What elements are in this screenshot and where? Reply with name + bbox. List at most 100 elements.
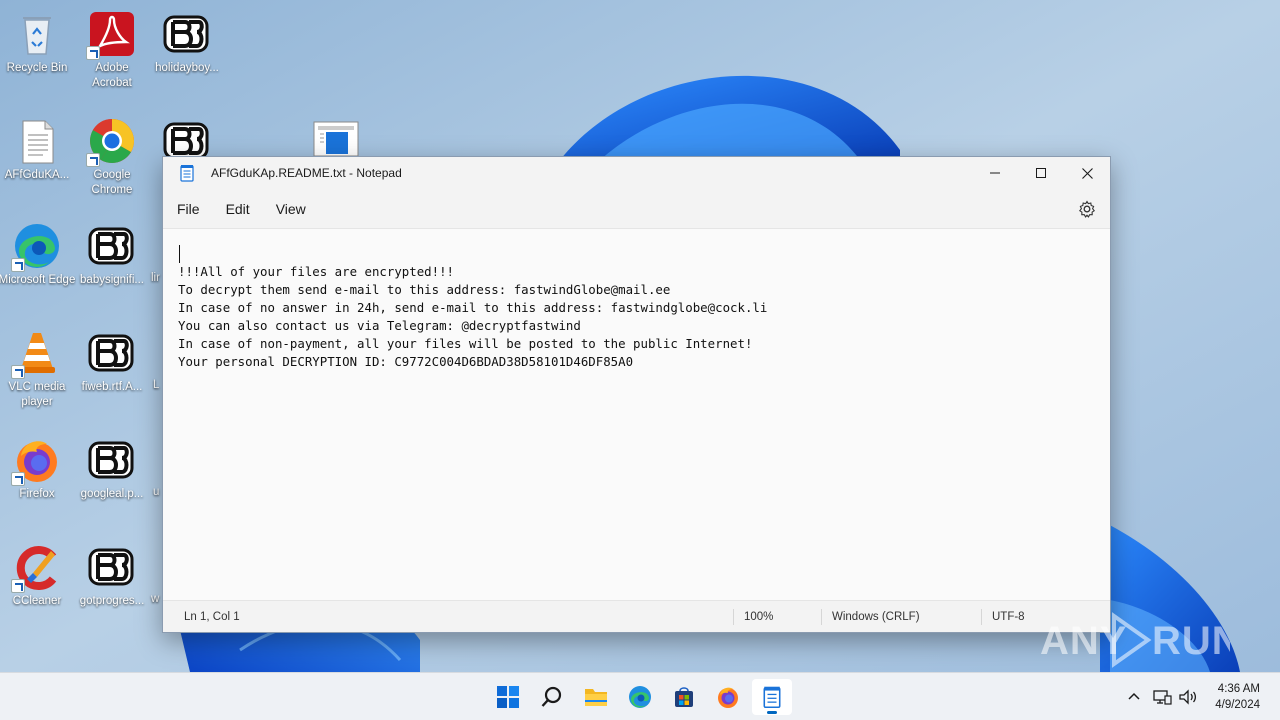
maximize-icon xyxy=(1036,168,1046,178)
text-line: In case of no answer in 24h, send e-mail… xyxy=(178,300,768,315)
b3-file-icon xyxy=(88,329,136,377)
active-app-indicator xyxy=(767,711,777,714)
taskbar: 4:36 AM 4/9/2024 xyxy=(0,672,1280,720)
edge-icon xyxy=(629,686,651,708)
desktop-icon-b3-file[interactable]: babysignifi... xyxy=(75,218,149,318)
notepad-icon xyxy=(180,165,194,182)
search-icon xyxy=(541,686,562,707)
svg-text:RUN: RUN xyxy=(1152,619,1230,663)
minimize-icon xyxy=(990,172,1000,174)
desktop-icon-label: u xyxy=(153,486,160,498)
status-zoom: 100% xyxy=(744,611,774,623)
status-line-ending: Windows (CRLF) xyxy=(832,611,920,623)
status-cursor-position: Ln 1, Col 1 xyxy=(184,611,240,623)
desktop-icon-adobe-acrobat[interactable]: Adobe Acrobat xyxy=(75,6,149,106)
text-line: !!!All of your files are encrypted!!! xyxy=(178,264,455,279)
desktop-icon-vlc[interactable]: VLC media player xyxy=(0,325,74,425)
status-divider xyxy=(981,609,982,625)
taskbar-edge[interactable] xyxy=(620,679,660,715)
windows-start-icon xyxy=(497,686,519,708)
taskbar-notepad[interactable] xyxy=(752,679,792,715)
desktop-icon-b3-file[interactable]: holidayboy... xyxy=(150,6,224,106)
status-divider xyxy=(733,609,734,625)
system-tray xyxy=(1124,673,1198,720)
menu-edit[interactable]: Edit xyxy=(213,195,263,223)
desktop-icon-b3-file[interactable]: fiweb.rtf.A... xyxy=(75,325,149,425)
notepad-menubar: File Edit View xyxy=(163,189,1110,228)
menu-file[interactable]: File xyxy=(164,195,213,223)
recycle-bin-icon xyxy=(13,10,61,58)
desktop-icon-edge[interactable]: Microsoft Edge xyxy=(0,218,76,318)
desktop-icon-b3-file[interactable]: gotprogres... xyxy=(75,539,149,639)
notepad-titlebar[interactable]: AFfGduKAp.README.txt - Notepad xyxy=(163,157,1110,189)
desktop-icon-recycle-bin[interactable]: Recycle Bin xyxy=(0,6,74,106)
desktop-icon-readme[interactable]: AFfGduKA... xyxy=(0,113,74,213)
desktop-icon-document[interactable] xyxy=(312,120,360,157)
b3-file-icon xyxy=(88,222,136,270)
close-button[interactable] xyxy=(1064,157,1110,189)
desktop-icon-label: googleal.p... xyxy=(80,488,144,500)
start-button[interactable] xyxy=(488,679,528,715)
desktop-icon-label: Google Chrome xyxy=(91,169,133,196)
maximize-button[interactable] xyxy=(1018,157,1064,189)
window-title: AFfGduKAp.README.txt - Notepad xyxy=(211,166,402,180)
desktop-icon-label: CCleaner xyxy=(12,595,62,607)
minimize-button[interactable] xyxy=(972,157,1018,189)
chrome-icon xyxy=(86,117,136,167)
desktop-icon-label: gotprogres... xyxy=(79,595,145,607)
clock-date: 4/9/2024 xyxy=(1215,699,1260,711)
text-file-icon xyxy=(13,117,61,165)
desktop-icon-label: Recycle Bin xyxy=(6,62,68,74)
desktop-icon-label: Microsoft Edge xyxy=(0,274,76,286)
ccleaner-icon xyxy=(11,543,61,593)
anyrun-watermark: ANY RUN xyxy=(1040,608,1230,672)
desktop-icon-chrome[interactable]: Google Chrome xyxy=(75,113,149,213)
text-editor-area[interactable]: !!!All of your files are encrypted!!! To… xyxy=(163,228,1110,601)
text-line: To decrypt them send e-mail to this addr… xyxy=(178,282,671,297)
notepad-icon xyxy=(763,686,781,709)
desktop-icon-firefox[interactable]: Firefox xyxy=(0,432,74,532)
status-encoding: UTF-8 xyxy=(992,611,1025,623)
desktop-icon-label: babysignifi... xyxy=(80,274,144,286)
chevron-up-icon[interactable] xyxy=(1124,687,1144,707)
b3-file-icon xyxy=(88,436,136,484)
desktop-icon-b3-file[interactable]: googleal.p... xyxy=(75,432,149,532)
taskbar-file-explorer[interactable] xyxy=(576,679,616,715)
firefox-icon xyxy=(11,436,61,486)
anyrun-logo: ANY RUN xyxy=(1040,612,1230,668)
store-icon xyxy=(675,687,693,707)
menu-view[interactable]: View xyxy=(263,195,319,223)
desktop-icon-label: holidayboy... xyxy=(155,62,219,74)
notepad-window[interactable]: AFfGduKAp.README.txt - Notepad File Edit… xyxy=(162,156,1111,633)
status-divider xyxy=(821,609,822,625)
desktop-icon-label: VLC media player xyxy=(8,381,66,408)
desktop-icon-label: Adobe Acrobat xyxy=(92,62,132,89)
edge-icon xyxy=(11,222,61,272)
taskbar-store[interactable] xyxy=(664,679,704,715)
taskbar-clock[interactable]: 4:36 AM 4/9/2024 xyxy=(1215,681,1260,713)
clock-time: 4:36 AM xyxy=(1217,683,1260,695)
desktop-icon-label: fiweb.rtf.A... xyxy=(81,381,143,393)
text-line: In case of non-payment, all your files w… xyxy=(178,336,753,351)
desktop-icon-label: w xyxy=(151,593,160,605)
file-explorer-icon xyxy=(585,689,607,706)
adobe-acrobat-icon xyxy=(86,10,136,60)
taskbar-firefox[interactable] xyxy=(708,679,748,715)
close-icon xyxy=(1081,167,1093,179)
text-line: Your personal DECRYPTION ID: C9772C004D6… xyxy=(178,354,634,369)
firefox-icon xyxy=(718,687,738,708)
volume-icon[interactable] xyxy=(1178,687,1198,707)
desktop-icon-label: lir xyxy=(151,272,160,284)
document-icon xyxy=(313,121,359,157)
desktop-icon-label: L xyxy=(153,379,160,391)
network-icon[interactable] xyxy=(1152,687,1172,707)
desktop-icon-label: Firefox xyxy=(19,488,55,500)
status-bar: Ln 1, Col 1 100% Windows (CRLF) UTF-8 xyxy=(163,600,1110,632)
b3-file-icon xyxy=(163,10,211,58)
desktop-icon-ccleaner[interactable]: CCleaner xyxy=(0,539,74,639)
b3-file-icon xyxy=(88,543,136,591)
text-caret xyxy=(179,245,180,263)
desktop-icon-label: AFfGduKA... xyxy=(4,169,70,181)
settings-gear-icon[interactable] xyxy=(1078,200,1096,218)
taskbar-search-button[interactable] xyxy=(532,679,572,715)
